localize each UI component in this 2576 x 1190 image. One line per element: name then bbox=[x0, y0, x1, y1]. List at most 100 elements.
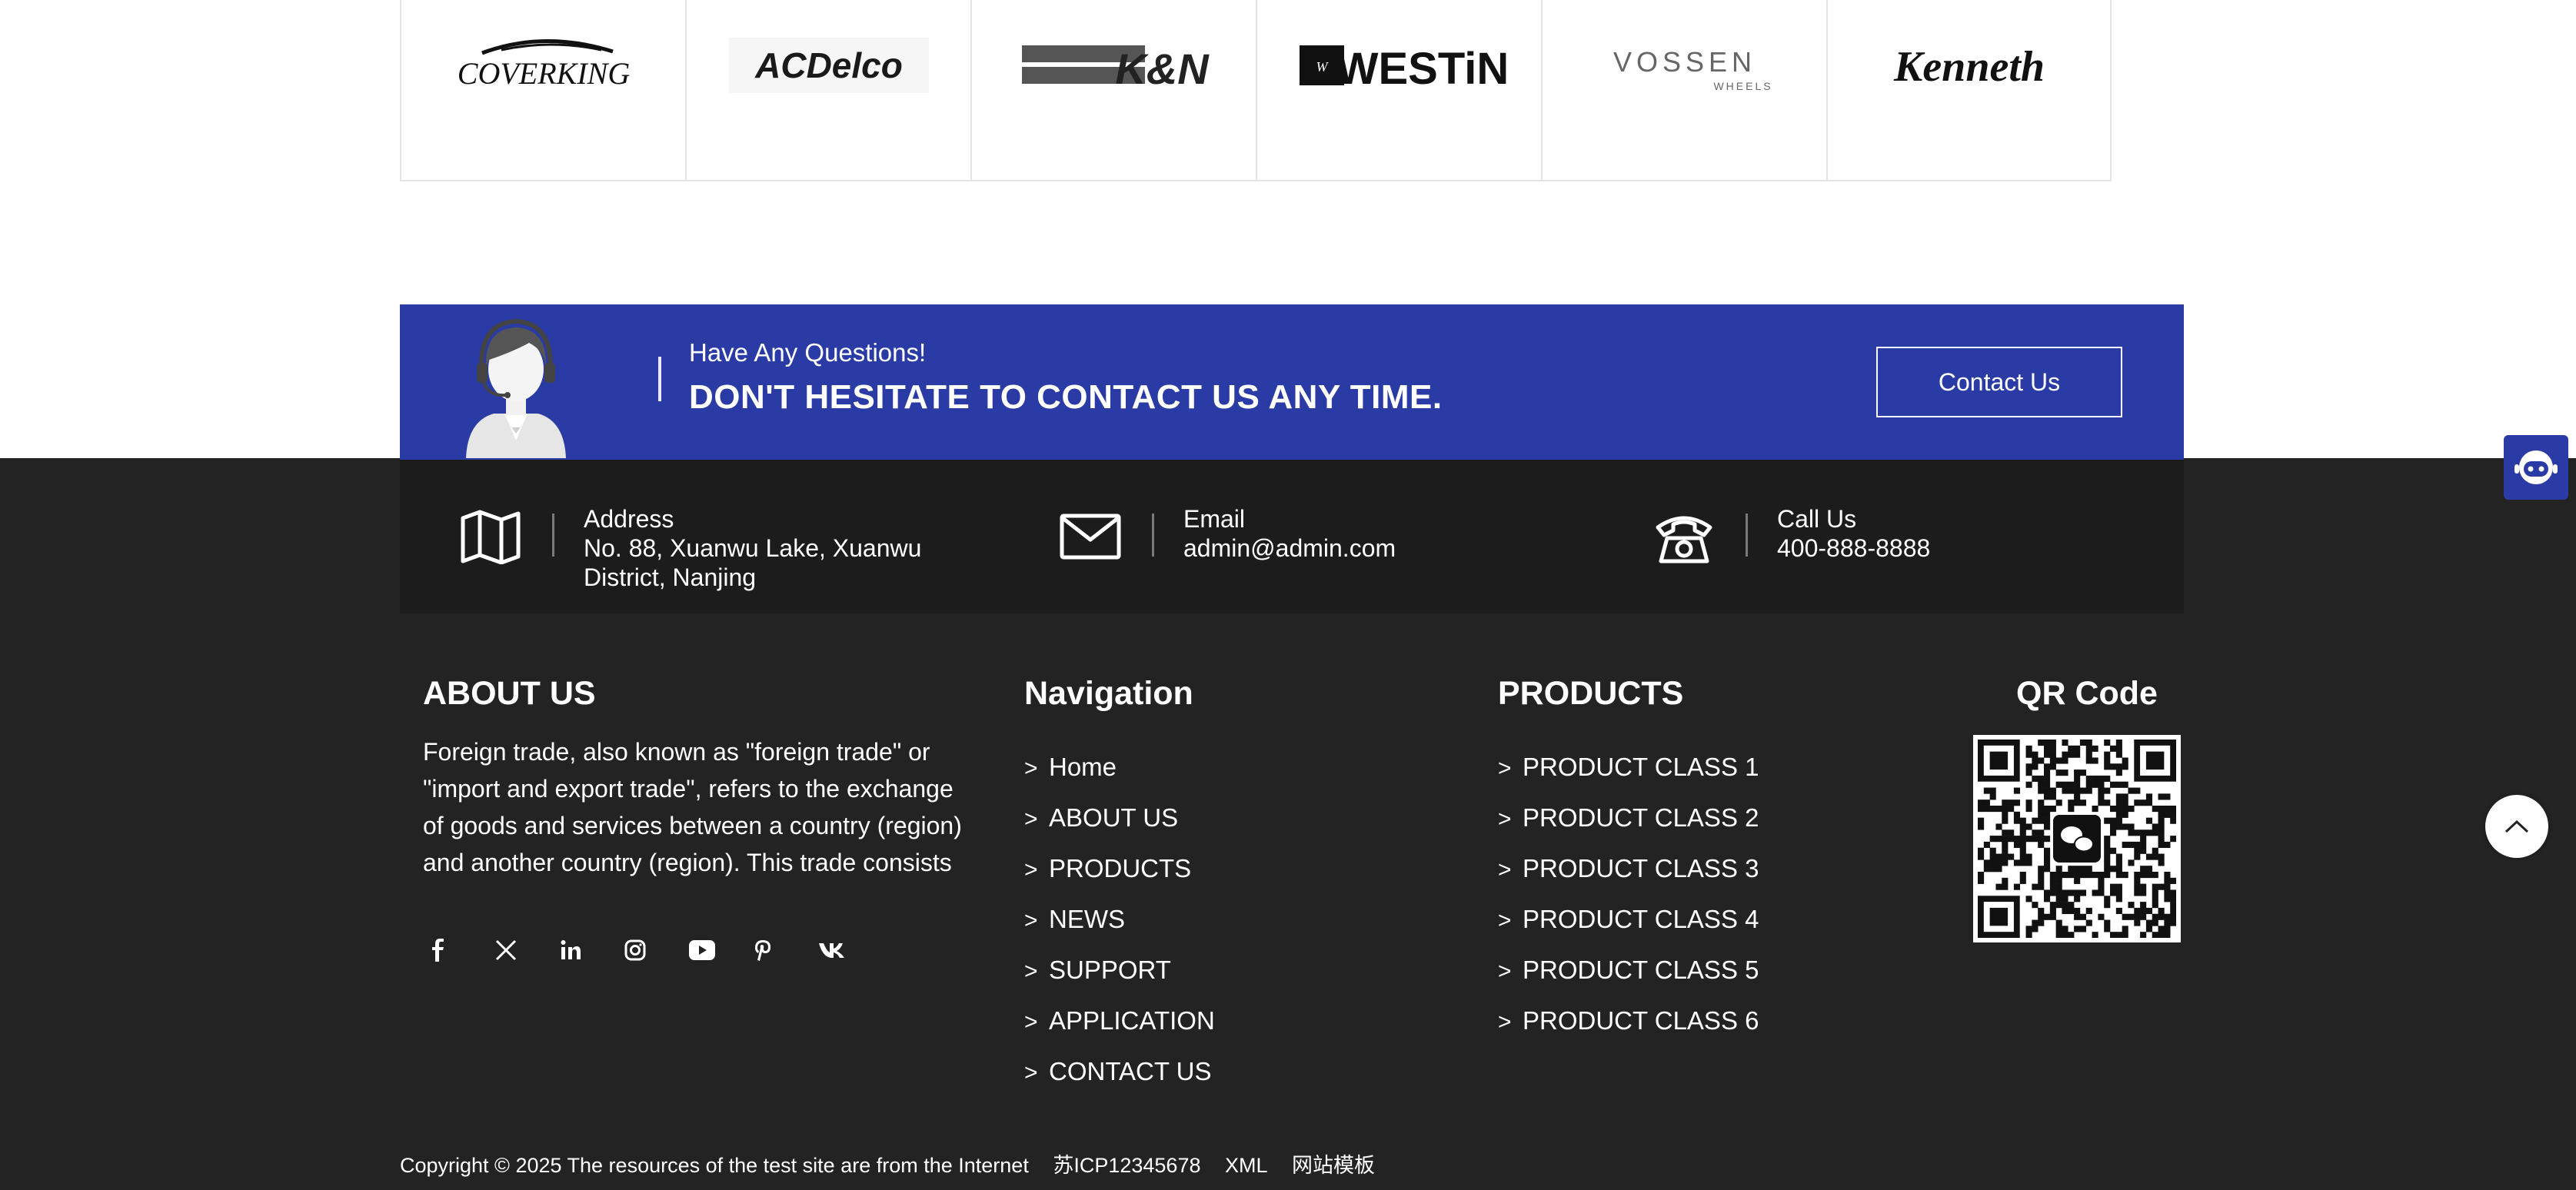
navigation-list: > Home > ABOUT US > PRODUCTS > NEWS > SUPPORT > APP… bbox=[1024, 743, 1215, 1098]
product-class-item-label: PRODUCT CLASS 1 bbox=[1523, 753, 1759, 781]
arrow-icon: > bbox=[1498, 908, 1512, 933]
nav-item[interactable]: > CONTACT US bbox=[1024, 1047, 1215, 1098]
arrow-icon: > bbox=[1498, 959, 1512, 984]
contact-cta-banner: Have Any Questions! DON'T HESITATE TO CO… bbox=[400, 304, 2184, 460]
qr-title: QR Code bbox=[2016, 675, 2158, 712]
nav-item[interactable]: > NEWS bbox=[1024, 895, 1215, 946]
product-class-item[interactable]: > PRODUCT CLASS 1 bbox=[1498, 743, 1759, 793]
x-icon[interactable] bbox=[495, 929, 560, 972]
product-class-item-label: PRODUCT CLASS 4 bbox=[1523, 905, 1759, 933]
wechat-icon bbox=[2053, 815, 2101, 863]
product-class-item[interactable]: > PRODUCT CLASS 6 bbox=[1498, 996, 1759, 1047]
acdelco-logo: ACDelco bbox=[706, 11, 952, 118]
nav-item[interactable]: > PRODUCTS bbox=[1024, 844, 1215, 895]
phone-label: Call Us bbox=[1777, 505, 1857, 533]
kn-logo: K&N bbox=[991, 11, 1237, 118]
address-label: Address bbox=[584, 505, 674, 533]
brand-name: ACDelco bbox=[754, 45, 903, 85]
vossen-logo: VOSSEN WHEELS bbox=[1562, 11, 1808, 118]
brand-name: VOSSEN bbox=[1612, 46, 1756, 78]
contact-info-strip: Address No. 88, Xuanwu Lake, Xuanwu Dist… bbox=[400, 458, 2184, 613]
email-block: Email admin@admin.com bbox=[1058, 504, 1396, 569]
brand-name: K&N bbox=[1115, 45, 1210, 93]
brand-cell-kn[interactable]: K&N bbox=[970, 0, 1256, 180]
brand-logo-strip: COVERKING ACDelco K&N W WESTiN VOSSEN WH… bbox=[400, 0, 2112, 181]
email-text: Email admin@admin.com bbox=[1183, 504, 1396, 563]
email-value[interactable]: admin@admin.com bbox=[1183, 534, 1396, 563]
arrow-icon: > bbox=[1024, 806, 1038, 832]
nav-item-label: CONTACT US bbox=[1049, 1057, 1212, 1085]
arrow-icon: > bbox=[1024, 756, 1038, 781]
youtube-icon[interactable] bbox=[689, 929, 754, 972]
arrow-icon: > bbox=[1024, 908, 1038, 933]
phone-value[interactable]: 400-888-8888 bbox=[1777, 534, 1930, 563]
nav-item[interactable]: > ABOUT US bbox=[1024, 793, 1215, 844]
products-list: > PRODUCT CLASS 1 > PRODUCT CLASS 2 > PRODUCT… bbox=[1498, 743, 1759, 1047]
arrow-icon: > bbox=[1024, 1009, 1038, 1035]
product-class-item[interactable]: > PRODUCT CLASS 5 bbox=[1498, 946, 1759, 996]
navigation-title: Navigation bbox=[1024, 675, 1193, 712]
facebook-icon[interactable] bbox=[431, 929, 495, 972]
nav-item-label: SUPPORT bbox=[1049, 956, 1171, 984]
cta-headline: DON'T HESITATE TO CONTACT US ANY TIME. bbox=[689, 378, 1443, 416]
product-class-item-label: PRODUCT CLASS 5 bbox=[1523, 956, 1759, 984]
product-class-item-label: PRODUCT CLASS 6 bbox=[1523, 1006, 1759, 1035]
brand-cell-kenneth[interactable]: Kenneth bbox=[1826, 0, 2112, 180]
map-icon bbox=[458, 504, 523, 569]
arrow-icon: > bbox=[1498, 756, 1512, 781]
product-class-item-label: PRODUCT CLASS 2 bbox=[1523, 803, 1759, 832]
phone-block: Call Us 400-888-8888 bbox=[1652, 504, 1930, 569]
arrow-icon: > bbox=[1024, 857, 1038, 883]
brand-name: COVERKING bbox=[457, 56, 630, 91]
copyright-text: Copyright © 2025 The resources of the te… bbox=[400, 1154, 1029, 1177]
phone-text: Call Us 400-888-8888 bbox=[1777, 504, 1930, 563]
cta-divider bbox=[658, 357, 661, 401]
nav-item-label: PRODUCTS bbox=[1049, 854, 1192, 883]
template-link[interactable]: 网站模板 bbox=[1292, 1154, 1375, 1177]
arrow-icon: > bbox=[1024, 959, 1038, 984]
nav-item-label: Home bbox=[1049, 753, 1117, 781]
nav-item[interactable]: > SUPPORT bbox=[1024, 946, 1215, 996]
contact-us-button[interactable]: Contact Us bbox=[1876, 347, 2122, 417]
instagram-icon[interactable] bbox=[624, 929, 689, 972]
nav-item-label: ABOUT US bbox=[1049, 803, 1179, 832]
copyright-bar: Copyright © 2025 The resources of the te… bbox=[400, 1148, 1393, 1178]
customer-service-button[interactable] bbox=[2504, 435, 2568, 500]
phone-icon bbox=[1652, 504, 1716, 569]
support-agent-icon bbox=[458, 306, 574, 464]
brand-name: Kenneth bbox=[1892, 43, 2044, 91]
pinterest-icon[interactable] bbox=[754, 929, 818, 972]
about-text: Foreign trade, also known as "foreign tr… bbox=[423, 738, 962, 876]
arrow-icon: > bbox=[1024, 1060, 1038, 1085]
qr-code bbox=[1973, 735, 2181, 942]
nav-item[interactable]: > APPLICATION bbox=[1024, 996, 1215, 1047]
product-class-item-label: PRODUCT CLASS 3 bbox=[1523, 854, 1759, 883]
chevron-up-icon bbox=[2504, 819, 2529, 833]
xml-sitemap-link[interactable]: XML bbox=[1225, 1154, 1268, 1177]
product-class-item[interactable]: > PRODUCT CLASS 2 bbox=[1498, 793, 1759, 844]
back-to-top-button[interactable] bbox=[2485, 795, 2548, 858]
brand-cell-westin[interactable]: W WESTiN bbox=[1256, 0, 1541, 180]
nav-item[interactable]: > Home bbox=[1024, 743, 1215, 793]
linkedin-icon[interactable] bbox=[560, 929, 624, 972]
brand-cell-acdelco[interactable]: ACDelco bbox=[685, 0, 970, 180]
divider bbox=[1746, 514, 1748, 557]
address-value: No. 88, Xuanwu Lake, Xuanwu District, Na… bbox=[584, 534, 922, 591]
product-class-item[interactable]: > PRODUCT CLASS 4 bbox=[1498, 895, 1759, 946]
arrow-icon: > bbox=[1498, 857, 1512, 883]
vk-icon[interactable] bbox=[818, 929, 883, 972]
about-title: ABOUT US bbox=[423, 675, 596, 712]
kenneth-logo: Kenneth bbox=[1846, 11, 2092, 118]
nav-item-label: APPLICATION bbox=[1049, 1006, 1215, 1035]
brand-cell-vossen[interactable]: VOSSEN WHEELS bbox=[1541, 0, 1826, 180]
divider bbox=[1152, 514, 1154, 557]
products-title: PRODUCTS bbox=[1498, 675, 1684, 712]
brand-cell-coverking[interactable]: COVERKING bbox=[400, 0, 685, 180]
social-links bbox=[431, 929, 883, 972]
svg-text:W: W bbox=[1316, 59, 1329, 75]
product-class-item[interactable]: > PRODUCT CLASS 3 bbox=[1498, 844, 1759, 895]
icp-link[interactable]: 苏ICP12345678 bbox=[1053, 1154, 1200, 1177]
site-footer: Address No. 88, Xuanwu Lake, Xuanwu Dist… bbox=[0, 458, 2576, 1190]
divider bbox=[552, 514, 554, 557]
address-block: Address No. 88, Xuanwu Lake, Xuanwu Dist… bbox=[458, 504, 937, 592]
